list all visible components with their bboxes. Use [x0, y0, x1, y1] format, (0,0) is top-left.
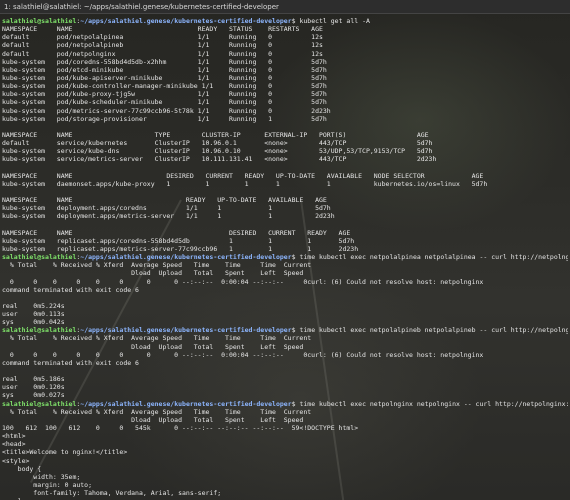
output-line: default pod/netpolalpineb 1/1 Running 0 …: [2, 41, 323, 50]
prompt-path: ~/apps/salathiel.genese/kubernetes-certi…: [80, 17, 292, 25]
prompt-path: ~/apps/salathiel.genese/kubernetes-certi…: [80, 399, 292, 408]
output-line: real 0m5.186s: [2, 375, 65, 384]
output-line: font-family: Tahoma, Verdana, Arial, san…: [2, 489, 222, 498]
output-line: 100 612 100 612 0 0 545k 0 --:--:-- --:-…: [2, 424, 359, 433]
output-line: <html>: [2, 432, 26, 441]
output-line: kube-system pod/kube-controller-manager-…: [2, 82, 327, 91]
prompt-path: ~/apps/salathiel.genese/kubernetes-certi…: [80, 253, 292, 262]
output-line: 0 0 0 0 0 0 0 0 --:--:-- 0:00:04 --:--:-…: [2, 350, 484, 359]
prompt-user: salathiel@salathiel: [2, 253, 77, 262]
output-line: margin: 0 auto;: [2, 481, 93, 490]
command-text: kubectl get all -A: [299, 17, 370, 25]
output-line: default service/kubernetes ClusterIP 10.…: [2, 139, 433, 148]
output-line: kube-system pod/coredns-558bd4d5db-x2hhm…: [2, 57, 327, 66]
output-line: NAMESPACE NAME TYPE CLUSTER-IP EXTERNAL-…: [2, 130, 429, 139]
output-line: user 0m0.113s: [2, 310, 65, 319]
output-line: <style>: [2, 456, 30, 465]
prompt-path: ~/apps/salathiel.genese/kubernetes-certi…: [80, 326, 292, 335]
output-line: command terminated with exit code 6: [2, 358, 139, 367]
output-line: kube-system replicaset.apps/metrics-serv…: [2, 244, 359, 253]
command-text: time kubectl exec netpolnginx netpolngin…: [299, 399, 568, 408]
command-text: time kubectl exec netpolalpinea netpolal…: [299, 253, 568, 262]
output-line: kube-system service/kube-dns ClusterIP 1…: [2, 147, 433, 156]
prompt-user: salathiel@salathiel: [2, 17, 77, 25]
output-line: kube-system deployment.apps/coredns 1/1 …: [2, 204, 331, 213]
output-line: Dload Upload Total Spent Left Speed: [2, 269, 304, 278]
output-line: kube-system pod/kube-apiserver-minikube …: [2, 73, 327, 82]
prompt-line: salathiel@salathiel:~/apps/salathiel.gen…: [2, 253, 568, 261]
output-line: body {: [2, 464, 42, 473]
output-line: kube-system replicaset.apps/coredns-558b…: [2, 236, 355, 245]
output-line: <title>Welcome to nginx!</title>: [2, 448, 128, 457]
output-line: kube-system pod/metrics-server-77c99ccb9…: [2, 106, 331, 115]
output-line: NAMESPACE NAME READY STATUS RESTARTS AGE: [2, 25, 323, 34]
command-text: time kubectl exec netpolalpineb netpolal…: [299, 326, 568, 335]
output-line: kube-system daemonset.apps/kube-proxy 1 …: [2, 179, 488, 188]
prompt-user: salathiel@salathiel: [2, 326, 77, 335]
output-line: NAMESPACE NAME READY UP-TO-DATE AVAILABL…: [2, 196, 327, 205]
output-line: default pod/netpolnginx 1/1 Running 0 12…: [2, 49, 323, 58]
output-line: kube-system pod/kube-scheduler-minikube …: [2, 98, 327, 107]
output-line: command terminated with exit code 6: [2, 285, 139, 294]
prompt-user: salathiel@salathiel: [2, 399, 77, 408]
output-line: real 0m5.224s: [2, 301, 65, 310]
output-line: % Total % Received % Xferd Average Speed…: [2, 261, 312, 270]
output-line: Dload Upload Total Spent Left Speed: [2, 415, 304, 424]
prompt-line: salathiel@salathiel:~/apps/salathiel.gen…: [2, 17, 568, 25]
output-line: kube-system pod/kube-proxy-tjg5w 1/1 Run…: [2, 90, 327, 99]
output-line: user 0m0.120s: [2, 383, 65, 392]
output-line: NAMESPACE NAME DESIRED CURRENT READY UP-…: [2, 171, 484, 180]
output-line: Dload Upload Total Spent Left Speed: [2, 342, 304, 351]
prompt-line: salathiel@salathiel:~/apps/salathiel.gen…: [2, 326, 568, 334]
output-line: % Total % Received % Xferd Average Speed…: [2, 407, 312, 416]
output-line: <head>: [2, 440, 26, 449]
output-line: % Total % Received % Xferd Average Speed…: [2, 334, 312, 343]
output-line: NAMESPACE NAME DESIRED CURRENT READY AGE: [2, 228, 351, 237]
output-line: kube-system pod/storage-provisioner 1/1 …: [2, 114, 327, 123]
terminal-window[interactable]: 1: salathiel@salathiel: ~/apps/salathiel…: [0, 0, 570, 500]
output-line: kube-system service/metrics-server Clust…: [2, 155, 437, 164]
output-line: width: 35em;: [2, 472, 81, 481]
output-line: kube-system deployment.apps/metrics-serv…: [2, 212, 335, 221]
terminal-output[interactable]: salathiel@salathiel:~/apps/salathiel.gen…: [2, 17, 568, 500]
output-line: sys 0m0.027s: [2, 391, 65, 400]
output-line: sys 0m0.042s: [2, 318, 65, 327]
prompt-line: salathiel@salathiel:~/apps/salathiel.gen…: [2, 400, 568, 408]
output-line: 0 0 0 0 0 0 0 0 --:--:-- 0:00:04 --:--:-…: [2, 277, 484, 286]
output-line: kube-system pod/etcd-minikube 1/1 Runnin…: [2, 65, 327, 74]
window-title: 1: salathiel@salathiel: ~/apps/salathiel…: [0, 0, 570, 14]
output-line: default pod/netpolalpinea 1/1 Running 0 …: [2, 33, 323, 42]
